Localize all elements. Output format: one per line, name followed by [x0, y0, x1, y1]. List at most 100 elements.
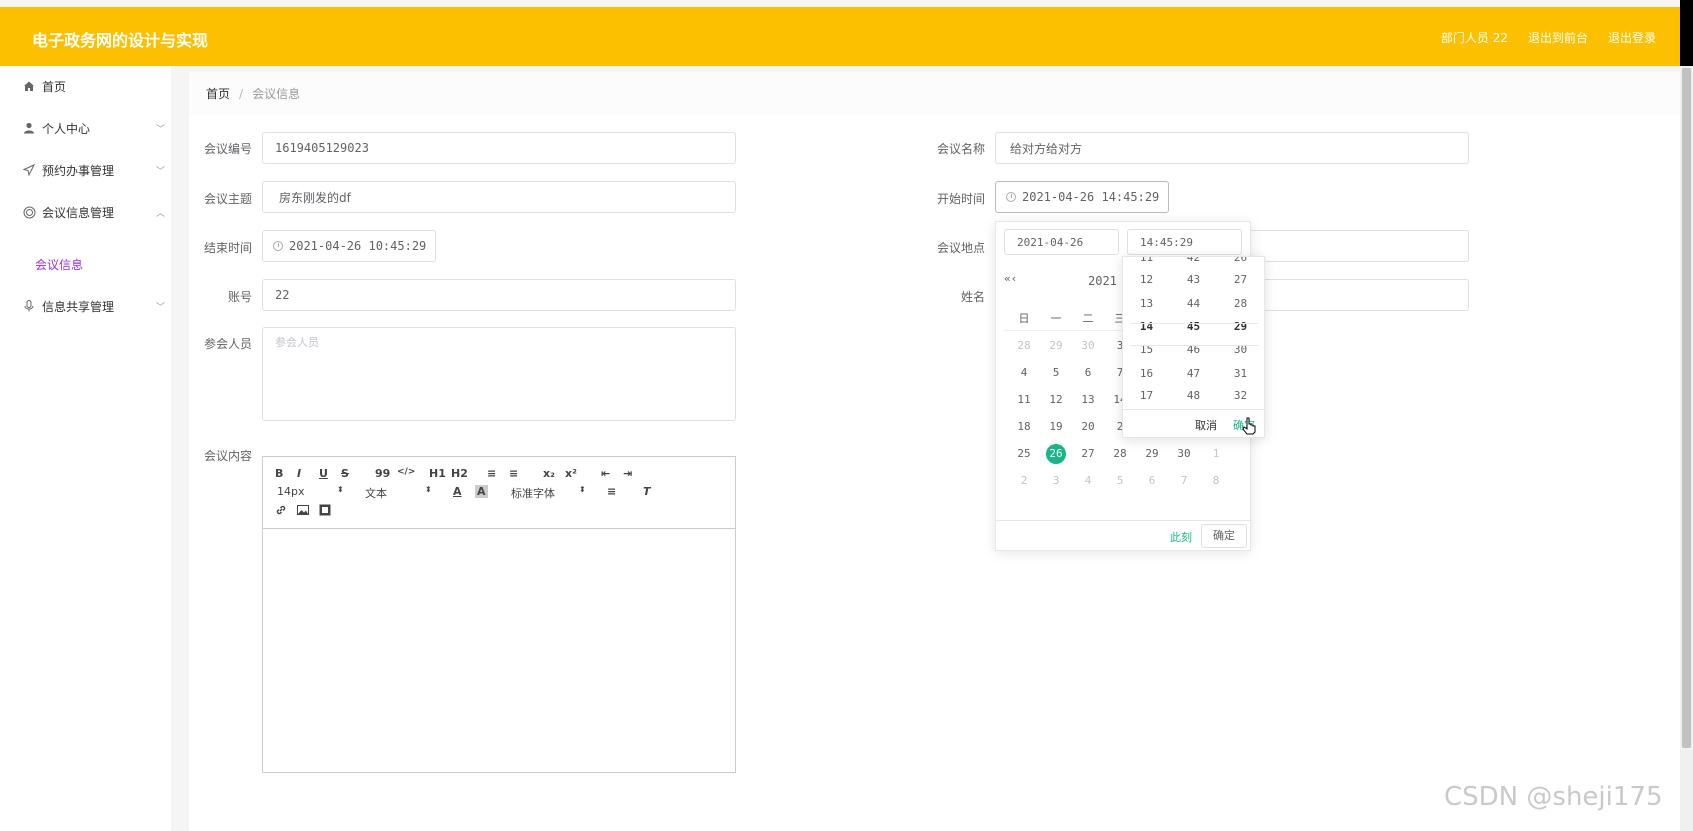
scrollbar-thumb[interactable] — [1682, 68, 1691, 748]
calendar-day[interactable]: 5 — [1041, 363, 1071, 383]
calendar-day[interactable]: 29 — [1137, 444, 1167, 464]
bold-button[interactable]: B — [275, 467, 283, 480]
time-option[interactable]: 27 — [1217, 273, 1264, 286]
calendar-day[interactable]: 2 — [1009, 471, 1039, 491]
sidebar-item-home[interactable]: 首页 — [0, 66, 171, 106]
sidebar-item-meetings[interactable]: 会议信息管理 ︿ — [0, 192, 171, 232]
back-to-front-link[interactable]: 退出到前台 — [1528, 29, 1588, 46]
sidebar-item-sharing[interactable]: 信息共享管理 ﹀ — [0, 286, 171, 326]
end-time-input[interactable]: 2021-04-26 10:45:29 — [262, 230, 436, 262]
calendar-day[interactable]: 30 — [1073, 336, 1103, 356]
time-option[interactable]: 16 — [1123, 367, 1170, 380]
meeting-name-input[interactable]: 给对方给对方 — [995, 132, 1469, 164]
time-option[interactable]: 48 — [1170, 389, 1217, 402]
time-option[interactable]: 31 — [1217, 367, 1264, 380]
account-input[interactable]: 22 — [262, 279, 736, 311]
start-time-input[interactable]: 2021-04-26 14:45:29 — [995, 181, 1169, 213]
calendar-day[interactable]: 4 — [1073, 471, 1103, 491]
text-color-icon[interactable]: A — [453, 485, 462, 498]
calendar-day[interactable]: 8 — [1201, 471, 1231, 491]
logout-link[interactable]: 退出登录 — [1608, 29, 1656, 46]
calendar-day[interactable]: 7 — [1169, 471, 1199, 491]
calendar-day[interactable]: 20 — [1073, 417, 1103, 437]
attendees-textarea[interactable]: 参会人员 — [262, 327, 736, 421]
superscript-button[interactable]: x² — [565, 467, 577, 480]
weekday-divider — [1004, 330, 1129, 331]
underline-button[interactable]: U — [319, 467, 328, 480]
time-option[interactable]: 43 — [1170, 273, 1217, 286]
picker-date-input[interactable]: 2021-04-26 — [1004, 229, 1119, 255]
time-option[interactable]: 44 — [1170, 297, 1217, 310]
time-option[interactable]: 17 — [1123, 389, 1170, 402]
topic-input[interactable]: 房东刚发的df — [262, 181, 736, 213]
clock-icon — [273, 241, 283, 251]
time-option[interactable]: 11 — [1123, 257, 1170, 264]
indent-button[interactable]: ⇥ — [623, 467, 632, 480]
strike-button[interactable]: S — [341, 467, 349, 480]
time-option[interactable]: 12 — [1123, 273, 1170, 286]
breadcrumb-current: 会议信息 — [252, 87, 301, 101]
picker-time-input[interactable]: 14:45:29 — [1127, 229, 1242, 255]
calendar-day[interactable]: 19 — [1041, 417, 1071, 437]
calendar-day[interactable]: 6 — [1137, 471, 1167, 491]
align-icon[interactable]: ≡ — [607, 485, 616, 498]
weekday-label: 日 — [1018, 312, 1030, 325]
time-option[interactable]: 42 — [1170, 257, 1217, 264]
time-option[interactable]: 28 — [1217, 297, 1264, 310]
user-icon — [22, 121, 36, 135]
prev-year-icon[interactable]: «‹ — [1004, 272, 1017, 285]
font-family-select[interactable]: 标准字体 — [511, 485, 555, 501]
time-option[interactable]: 26 — [1217, 257, 1264, 264]
picker-now-button[interactable]: 此刻 — [1170, 529, 1192, 545]
time-cancel-button[interactable]: 取消 — [1195, 417, 1217, 433]
video-icon[interactable] — [319, 504, 331, 519]
calendar-day[interactable]: 5 — [1105, 471, 1135, 491]
background-color-icon[interactable]: A — [475, 485, 488, 498]
calendar-day[interactable]: 11 — [1009, 390, 1039, 410]
sidebar-subitem-meeting-info[interactable]: 会议信息 — [35, 256, 83, 273]
calendar-day[interactable]: 26 — [1041, 444, 1071, 464]
calendar-day[interactable]: 30 — [1169, 444, 1199, 464]
picker-ok-button[interactable]: 确定 — [1201, 524, 1247, 548]
subscript-button[interactable]: x₂ — [543, 467, 555, 480]
topic-label: 会议主题 — [203, 192, 252, 206]
breadcrumb-home[interactable]: 首页 — [206, 85, 230, 102]
meeting-no-input[interactable]: 1619405129023 — [262, 132, 736, 164]
calendar-day[interactable]: 25 — [1009, 444, 1039, 464]
calendar-day[interactable]: 6 — [1073, 363, 1103, 383]
h2-button[interactable]: H2 — [451, 467, 468, 480]
font-size-select[interactable]: 14px — [277, 485, 305, 498]
link-icon[interactable] — [275, 504, 287, 519]
time-option[interactable]: 45 — [1170, 320, 1217, 333]
calendar-day[interactable]: 27 — [1073, 444, 1103, 464]
calendar-day[interactable]: 29 — [1041, 336, 1071, 356]
time-option[interactable]: 14 — [1123, 320, 1170, 333]
calendar-day[interactable]: 3 — [1041, 471, 1071, 491]
outdent-button[interactable]: ⇤ — [601, 467, 610, 480]
calendar-day[interactable]: 1 — [1201, 444, 1231, 464]
time-option[interactable]: 29 — [1217, 320, 1264, 333]
time-option[interactable]: 13 — [1123, 297, 1170, 310]
rich-text-editor[interactable]: B I U S 99 </> H1 H2 ≡ ≡ x₂ x² ⇤ ⇥ 14px … — [262, 456, 736, 773]
italic-button[interactable]: I — [297, 467, 301, 480]
format-select[interactable]: 文本 — [365, 485, 387, 501]
clear-format-icon[interactable]: T — [643, 485, 651, 498]
h1-button[interactable]: H1 — [429, 467, 446, 480]
sidebar-item-appointments[interactable]: 预约办事管理 ﹀ — [0, 150, 171, 190]
calendar-day[interactable]: 28 — [1009, 336, 1039, 356]
home-icon — [22, 79, 36, 93]
blockquote-button[interactable]: 99 — [375, 467, 390, 480]
code-button[interactable]: </> — [397, 467, 415, 477]
calendar-day[interactable]: 4 — [1009, 363, 1039, 383]
calendar-day[interactable]: 18 — [1009, 417, 1039, 437]
image-icon[interactable] — [297, 504, 309, 519]
sidebar-item-personal[interactable]: 个人中心 ﹀ — [0, 108, 171, 148]
calendar-day[interactable]: 28 — [1105, 444, 1135, 464]
sidebar-item-label: 预约办事管理 — [42, 163, 115, 178]
calendar-day[interactable]: 12 — [1041, 390, 1071, 410]
time-option[interactable]: 47 — [1170, 367, 1217, 380]
time-option[interactable]: 32 — [1217, 389, 1264, 402]
calendar-day[interactable]: 13 — [1073, 390, 1103, 410]
bullet-list-button[interactable]: ≡ — [509, 467, 518, 480]
ordered-list-button[interactable]: ≡ — [487, 467, 496, 480]
